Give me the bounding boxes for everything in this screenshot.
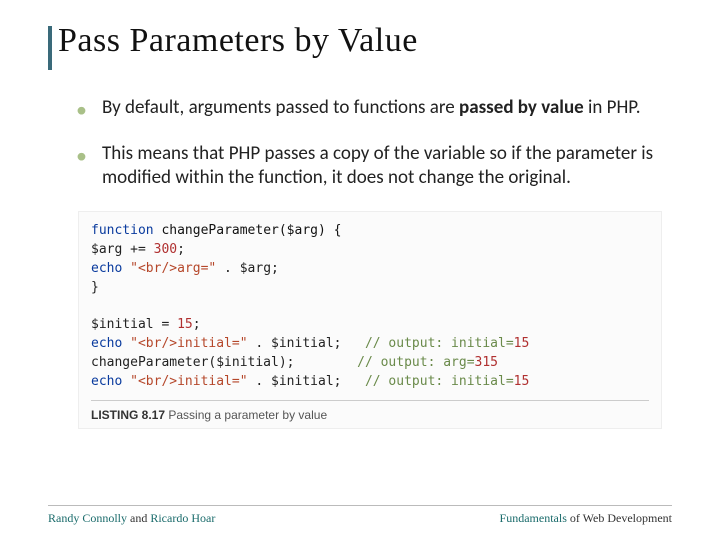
code-string: "<br/>initial=" [130, 374, 247, 389]
slide: Pass Parameters by Value By default, arg… [0, 0, 720, 429]
footer: Randy Connolly and Ricardo Hoar Fundamen… [48, 511, 672, 526]
code-line-2: $arg += 300; [91, 241, 649, 260]
code-text: changeParameter($initial); [91, 355, 295, 370]
code-text: ; [177, 242, 185, 257]
code-line-1: function changeParameter($arg) { [91, 222, 649, 241]
keyword-echo: echo [91, 261, 122, 276]
footer-and: and [127, 511, 150, 525]
bullet-1-text-a: By default, arguments passed to function… [102, 96, 459, 119]
code-output-value: 15 [514, 336, 530, 351]
listing-caption: LISTING 8.17 Passing a parameter by valu… [91, 400, 649, 424]
footer-rule [48, 505, 672, 506]
code-line-6: $initial = 15; [91, 316, 649, 335]
code-text [122, 261, 130, 276]
footer-left: Randy Connolly and Ricardo Hoar [48, 511, 215, 526]
code-line-3: echo "<br/>arg=" . $arg; [91, 260, 649, 279]
code-line-9: echo "<br/>initial=" . $initial; // outp… [91, 373, 649, 392]
code-text [122, 374, 130, 389]
accent-bar [48, 26, 52, 70]
slide-title: Pass Parameters by Value [58, 22, 672, 60]
code-comment: // output: initial= [365, 336, 514, 351]
code-comment: // output: arg= [357, 355, 474, 370]
code-line-4: } [91, 279, 649, 298]
code-text: . $initial; [248, 374, 342, 389]
code-string: "<br/>initial=" [130, 336, 247, 351]
slide-body: By default, arguments passed to function… [48, 60, 672, 429]
bullet-2: This means that PHP passes a copy of the… [76, 142, 662, 190]
code-number: 15 [177, 317, 193, 332]
code-text: $arg += [91, 242, 154, 257]
bullet-list: By default, arguments passed to function… [76, 96, 662, 189]
code-listing: function changeParameter($arg) { $arg +=… [78, 211, 662, 429]
listing-text: Passing a parameter by value [165, 408, 327, 422]
bullet-1: By default, arguments passed to function… [76, 96, 662, 120]
code-text: changeParameter($arg) { [154, 223, 342, 238]
code-text: . $arg; [216, 261, 279, 276]
footer-right: Fundamentals of Web Development [500, 511, 672, 526]
code-output-value: 315 [475, 355, 498, 370]
bullet-1-text-c: in PHP. [584, 96, 641, 119]
bullet-1-bold: passed by value [459, 96, 584, 119]
code-text: ; [193, 317, 201, 332]
keyword-echo: echo [91, 336, 122, 351]
book-title-1: Fundamentals [500, 511, 567, 525]
code-blank [91, 298, 649, 317]
code-line-7: echo "<br/>initial=" . $initial; // outp… [91, 335, 649, 354]
code-string: "<br/>arg=" [130, 261, 216, 276]
code-number: 300 [154, 242, 177, 257]
keyword-function: function [91, 223, 154, 238]
code-comment: // output: initial= [365, 374, 514, 389]
author-2: Ricardo Hoar [150, 511, 215, 525]
code-text: . $initial; [248, 336, 342, 351]
code-line-8: changeParameter($initial); // output: ar… [91, 354, 649, 373]
code-output-value: 15 [514, 374, 530, 389]
keyword-echo: echo [91, 374, 122, 389]
author-1: Randy Connolly [48, 511, 127, 525]
code-text [122, 336, 130, 351]
book-title-2: of Web Development [567, 511, 672, 525]
code-text: $initial = [91, 317, 177, 332]
listing-number: LISTING 8.17 [91, 408, 165, 422]
